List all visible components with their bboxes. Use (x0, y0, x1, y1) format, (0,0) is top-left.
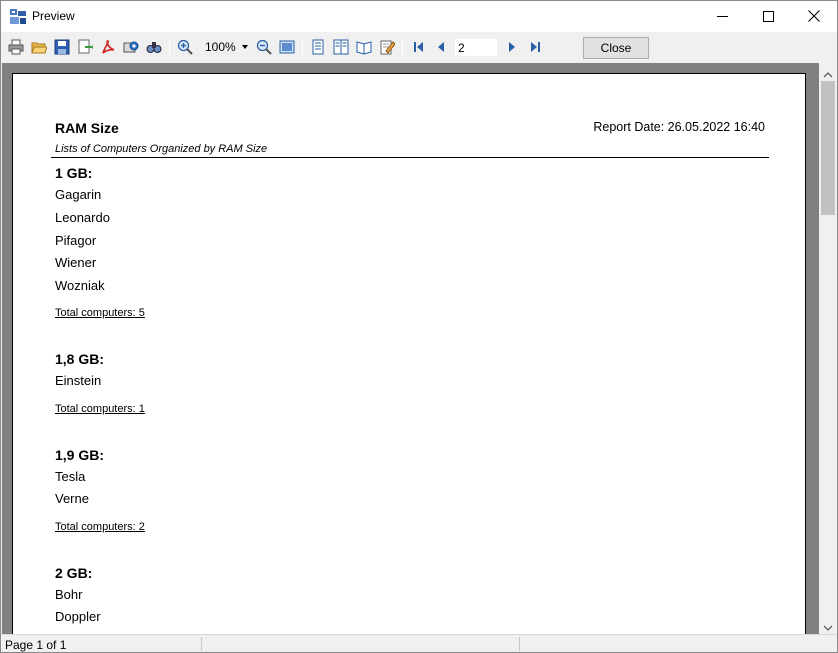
list-item: Leonardo (55, 210, 110, 225)
toolbar: 100% 2 Close (1, 32, 837, 62)
page-info: Page 1 of 1 (5, 638, 67, 652)
group-total: Total computers: 2 (55, 521, 145, 533)
group-total: Total computers: 1 (55, 403, 145, 415)
first-page-icon[interactable] (409, 38, 429, 56)
report-subtitle: Lists of Computers Organized by RAM Size (55, 143, 268, 155)
previous-page-icon[interactable] (431, 38, 451, 56)
report-page: RAM Size Report Date: 26.05.2022 16:40 L… (12, 73, 806, 634)
minimize-button[interactable] (699, 1, 745, 31)
maximize-button[interactable] (745, 1, 791, 31)
status-divider (519, 637, 520, 651)
list-item: Wiener (55, 255, 97, 270)
page-number-input[interactable] (455, 39, 497, 56)
group-title: 1 GB: (55, 165, 93, 181)
group-total: Total computers: 5 (55, 307, 145, 319)
list-item: Bohr (55, 587, 83, 602)
save-icon[interactable] (52, 38, 72, 56)
list-item: Einstein (55, 373, 102, 388)
list-item: Doppler (55, 609, 101, 624)
two-pages-icon[interactable] (331, 38, 351, 56)
close-button[interactable]: Close (583, 37, 649, 59)
title-bar: Preview (1, 1, 837, 32)
status-bar: Page 1 of 1 (1, 634, 837, 652)
next-page-icon[interactable] (502, 38, 522, 56)
book-icon[interactable] (354, 38, 374, 56)
report-preview-area[interactable]: RAM Size Report Date: 26.05.2022 16:40 L… (2, 63, 819, 634)
one-page-icon[interactable] (308, 38, 328, 56)
header-divider (51, 157, 769, 158)
status-divider (201, 637, 202, 651)
close-window-button[interactable] (791, 1, 837, 31)
last-page-icon[interactable] (525, 38, 545, 56)
vertical-scrollbar[interactable] (819, 63, 837, 634)
scroll-up-icon[interactable] (823, 68, 833, 78)
chevron-down-icon (242, 45, 248, 49)
list-item: Wozniak (55, 278, 105, 293)
list-item: Gagarin (55, 187, 102, 202)
group-title: 1,9 GB: (55, 447, 105, 463)
list-item: Pifagor (55, 233, 97, 248)
pdf-icon[interactable] (98, 38, 118, 56)
page-width-icon[interactable] (277, 38, 297, 56)
list-item: Verne (55, 491, 89, 506)
app-icon (10, 9, 26, 24)
group-title: 2 GB: (55, 565, 93, 581)
find-icon[interactable] (144, 38, 164, 56)
export-icon[interactable] (75, 38, 95, 56)
zoom-value: 100% (205, 40, 236, 54)
preview-window: Preview 100% 2 Close RAM Size Report Dat… (0, 0, 838, 653)
scroll-down-icon[interactable] (823, 621, 833, 631)
list-item: Tesla (55, 469, 86, 484)
print-icon[interactable] (6, 38, 26, 56)
zoom-out-icon[interactable] (254, 38, 274, 56)
scrollbar-thumb[interactable] (821, 81, 835, 215)
window-title: Preview (32, 9, 75, 23)
report-title: RAM Size (55, 120, 119, 136)
email-icon[interactable] (121, 38, 141, 56)
edit-icon[interactable] (377, 38, 397, 56)
report-date: Report Date: 26.05.2022 16:40 (593, 120, 765, 134)
zoom-in-icon[interactable] (175, 38, 195, 56)
open-icon[interactable] (29, 38, 49, 56)
group-title: 1,8 GB: (55, 351, 105, 367)
zoom-dropdown[interactable]: 100% (201, 37, 251, 57)
